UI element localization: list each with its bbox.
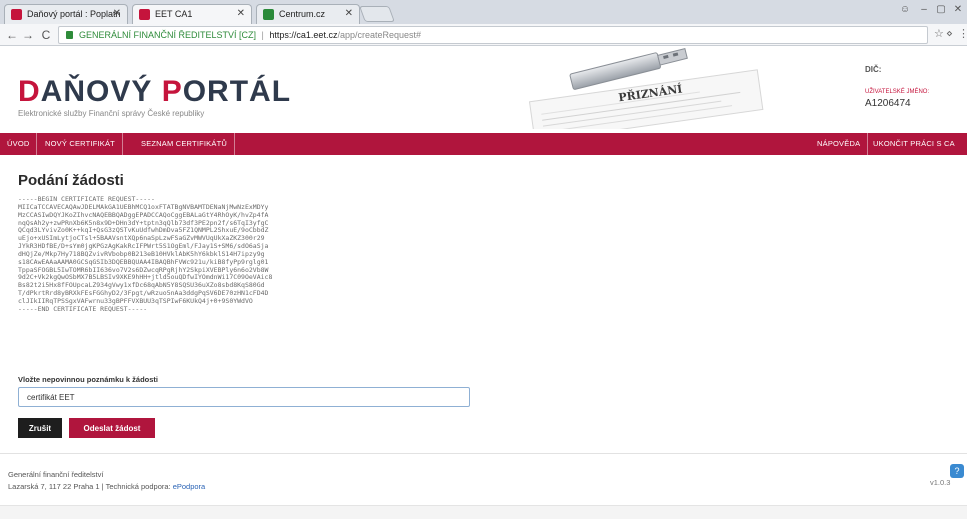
- bottom-strip: [0, 505, 967, 519]
- back-icon[interactable]: ←: [4, 27, 20, 43]
- favicon-icon: [263, 9, 274, 20]
- logo[interactable]: DAŇOVÝ PORTÁL: [18, 75, 291, 109]
- browser-tab-centrum[interactable]: Centrum.cz ✕: [256, 4, 360, 24]
- reload-icon[interactable]: C: [38, 27, 54, 43]
- footer-divider: [0, 453, 967, 454]
- nav-item-novy-certifikat[interactable]: NOVÝ CERTIFIKÁT: [38, 133, 123, 155]
- new-tab-button[interactable]: [359, 6, 395, 22]
- footer-organization: Generální finanční ředitelství: [8, 470, 104, 479]
- site-header: DAŇOVÝ PORTÁL Elektronické služby Finanč…: [0, 47, 967, 129]
- chat-help-icon[interactable]: ?: [950, 464, 964, 478]
- browser-tab-strip: Daňový portál : Poplatn ✕ EET CA1 ✕ Cent…: [0, 0, 967, 24]
- footer-address: Lazarská 7, 117 22 Praha 1 | Technická p…: [8, 482, 206, 491]
- tab-title: EET CA1: [155, 9, 193, 19]
- browser-tab-dan-portal[interactable]: Daňový portál : Poplatn ✕: [4, 4, 128, 24]
- dic-label: DIČ:: [865, 65, 882, 74]
- browser-address-bar: ← → C GENERÁLNÍ FINANČNÍ ŘEDITELSTVÍ [CZ…: [0, 24, 967, 46]
- version-label: v1.0.3: [930, 478, 951, 487]
- username-value: A1206474: [865, 98, 911, 109]
- url-path: /app/createRequest#: [337, 30, 422, 40]
- lock-icon: [66, 31, 73, 39]
- nav-item-napoveda[interactable]: NÁPOVĚDA: [810, 133, 869, 155]
- support-link[interactable]: ePodpora: [173, 482, 206, 491]
- favicon-icon: [139, 9, 150, 20]
- star-icon[interactable]: ☆: [934, 27, 944, 40]
- extension-icon[interactable]: ⋄: [946, 27, 953, 40]
- main-navbar: ÚVOD NOVÝ CERTIFIKÁT SEZNAM CERTIFIKÁTŮ …: [0, 133, 967, 155]
- cancel-button[interactable]: Zrušit: [18, 418, 62, 438]
- window-close-icon[interactable]: ✕: [948, 3, 967, 17]
- menu-icon[interactable]: ⋮: [958, 27, 967, 40]
- submit-request-button[interactable]: Odeslat žádost: [69, 418, 155, 438]
- username-label: UŽIVATELSKÉ JMÉNO:: [865, 89, 930, 95]
- tab-title: Daňový portál : Poplatn: [27, 9, 121, 19]
- nav-item-uvod[interactable]: ÚVOD: [0, 133, 38, 155]
- nav-item-logout[interactable]: UKONČIT PRÁCI S CA: [866, 133, 962, 155]
- nav-item-seznam-certifikatu[interactable]: SEZNAM CERTIFIKÁTŮ: [134, 133, 235, 155]
- csr-line: -----END CERTIFICATE REQUEST-----: [18, 304, 148, 313]
- note-label: Vložte nepovinnou poznámku k žádosti: [18, 375, 159, 384]
- close-icon[interactable]: ✕: [113, 8, 121, 19]
- header-banner-image: PŘIZNÁNÍ: [500, 47, 780, 129]
- certificate-request-text: -----BEGIN CERTIFICATE REQUEST----- MIICa…: [18, 196, 358, 314]
- site-tagline: Elektronické služby Finanční správy Česk…: [18, 109, 205, 118]
- forward-icon[interactable]: →: [20, 27, 36, 43]
- close-icon[interactable]: ✕: [345, 8, 353, 19]
- favicon-icon: [11, 9, 22, 20]
- close-icon[interactable]: ✕: [237, 8, 245, 19]
- secure-origin-label: GENERÁLNÍ FINANČNÍ ŘEDITELSTVÍ [CZ]: [79, 30, 257, 40]
- user-icon[interactable]: ☺: [895, 3, 915, 17]
- tab-title: Centrum.cz: [279, 9, 326, 19]
- browser-tab-eet-ca1[interactable]: EET CA1 ✕: [132, 4, 252, 24]
- url-input[interactable]: GENERÁLNÍ FINANČNÍ ŘEDITELSTVÍ [CZ] | ht…: [58, 26, 928, 44]
- note-input[interactable]: [18, 387, 470, 407]
- page-title: Podání žádosti: [18, 172, 124, 189]
- url-host: https://ca1.eet.cz: [269, 30, 338, 40]
